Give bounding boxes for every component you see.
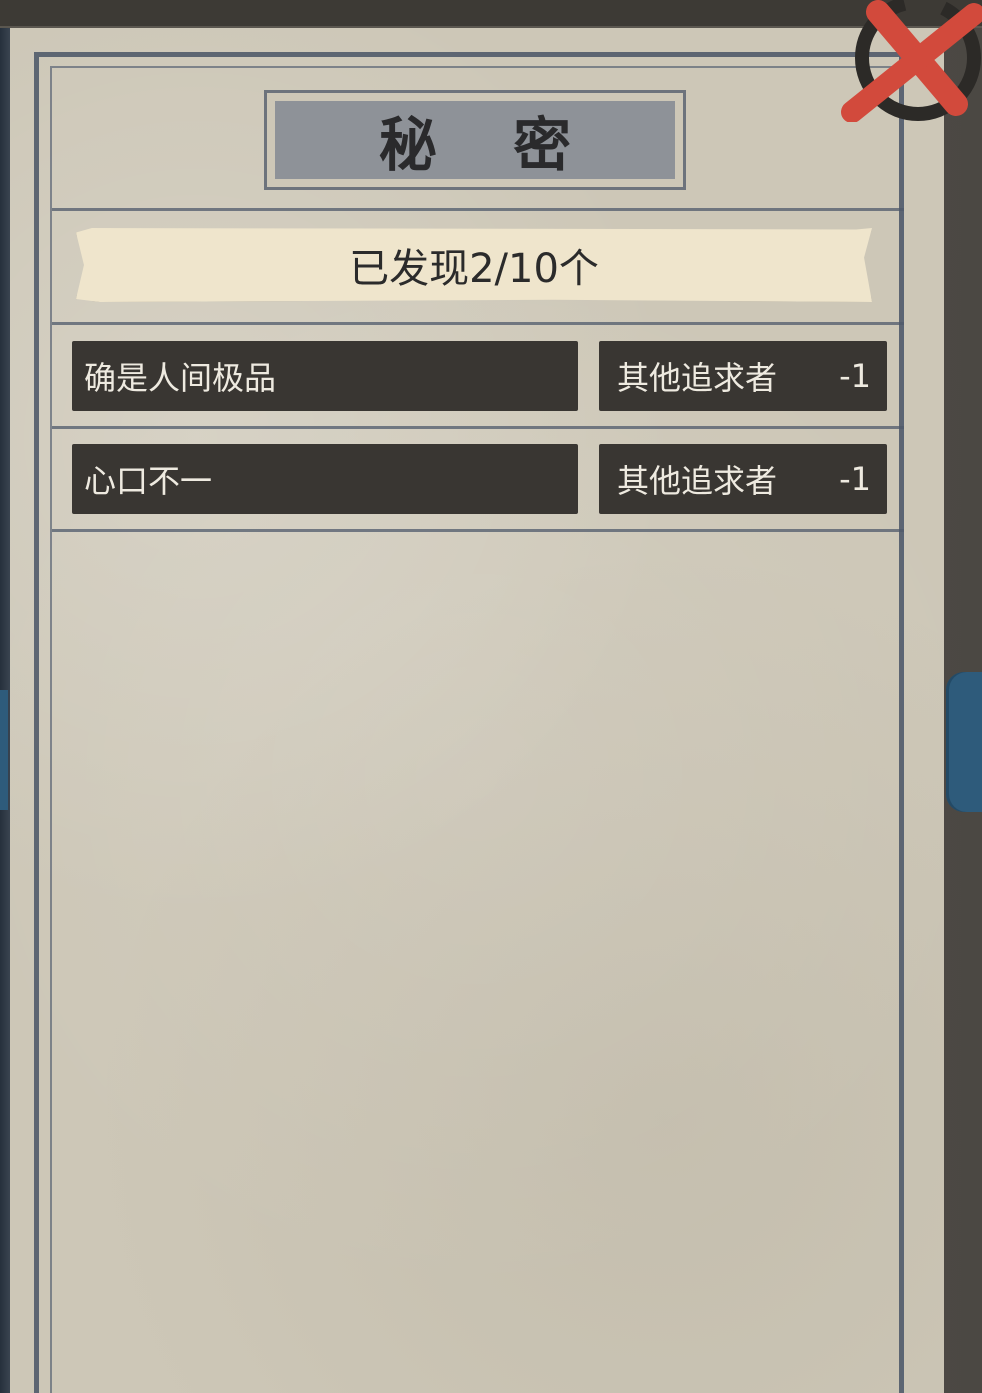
title-plate: 秘 密 bbox=[264, 90, 686, 190]
top-strip bbox=[0, 0, 982, 28]
close-button[interactable] bbox=[838, 0, 982, 123]
divider bbox=[52, 208, 904, 211]
title-plate-inner: 秘 密 bbox=[275, 101, 675, 179]
divider bbox=[52, 426, 904, 429]
side-tab[interactable] bbox=[946, 672, 982, 812]
side-tab-left bbox=[0, 690, 8, 810]
effect-target: 其他追求者 bbox=[617, 462, 778, 500]
secret-name[interactable]: 心口不一 bbox=[72, 444, 578, 514]
effect-value: -1 bbox=[839, 357, 871, 395]
found-count: 已发现2/10个 bbox=[349, 246, 599, 292]
close-icon bbox=[841, 0, 982, 123]
panel-title: 秘 密 bbox=[378, 111, 600, 179]
secret-effect[interactable]: 其他追求者 -1 bbox=[599, 444, 887, 514]
secret-effect[interactable]: 其他追求者 -1 bbox=[599, 341, 887, 411]
found-banner: 已发现2/10个 bbox=[76, 228, 872, 302]
effect-value: -1 bbox=[839, 460, 871, 498]
divider bbox=[52, 529, 904, 532]
secret-name[interactable]: 确是人间极品 bbox=[72, 341, 578, 411]
divider bbox=[52, 322, 904, 325]
effect-target: 其他追求者 bbox=[617, 359, 778, 397]
